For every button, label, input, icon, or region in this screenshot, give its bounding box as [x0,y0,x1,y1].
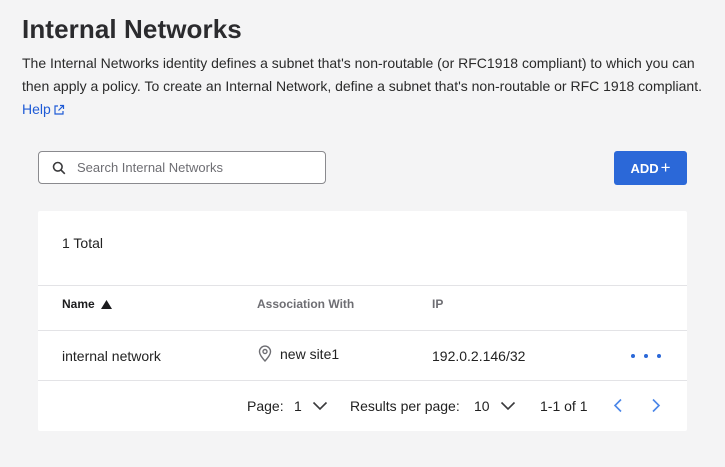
chevron-down-icon [312,401,327,411]
divider [38,285,687,286]
page-select[interactable]: 1 [294,398,328,414]
more-actions-icon[interactable] [631,352,661,360]
search-box[interactable] [38,151,326,184]
row-ip: 192.0.2.146/32 [432,348,526,364]
total-count: 1 Total [62,235,103,251]
page-label: Page: [247,398,284,414]
previous-page-button[interactable] [610,396,626,414]
column-header-ip[interactable]: IP [432,297,443,311]
results-per-page-value: 10 [474,398,490,414]
row-association: new site1 [258,345,339,362]
location-pin-icon [258,345,272,362]
pagination-range: 1-1 of 1 [540,398,588,414]
search-icon [52,161,66,174]
page-title: Internal Networks [22,14,242,44]
search-input[interactable] [77,160,297,175]
help-link-label: Help [22,101,51,117]
chevron-right-icon [652,398,661,412]
page-description: The Internal Networks identity defines a… [22,52,702,121]
help-link[interactable]: Help [22,98,65,121]
add-button-label: ADD [630,160,659,176]
row-name: internal network [62,348,161,364]
external-link-icon [54,104,64,115]
page-select-value: 1 [294,398,302,414]
row-association-label: new site1 [280,345,340,362]
header-divider [38,330,687,331]
add-button[interactable]: ADD + [614,151,687,185]
description-text: The Internal Networks identity defines a… [22,55,702,94]
column-header-association[interactable]: Association With [257,297,354,311]
next-page-button[interactable] [648,396,664,414]
results-per-page-select[interactable]: 10 [474,398,516,414]
column-header-name[interactable]: Name [62,297,112,311]
row-divider [38,380,687,381]
chevron-left-icon [613,398,622,412]
chevron-down-icon [500,401,515,411]
column-header-name-label: Name [62,297,95,311]
sort-ascending-icon [100,299,112,309]
plus-icon: + [660,158,671,177]
results-per-page-label: Results per page: [350,398,460,414]
internal-networks-table: 1 Total Name Association With IP interna… [38,211,687,431]
